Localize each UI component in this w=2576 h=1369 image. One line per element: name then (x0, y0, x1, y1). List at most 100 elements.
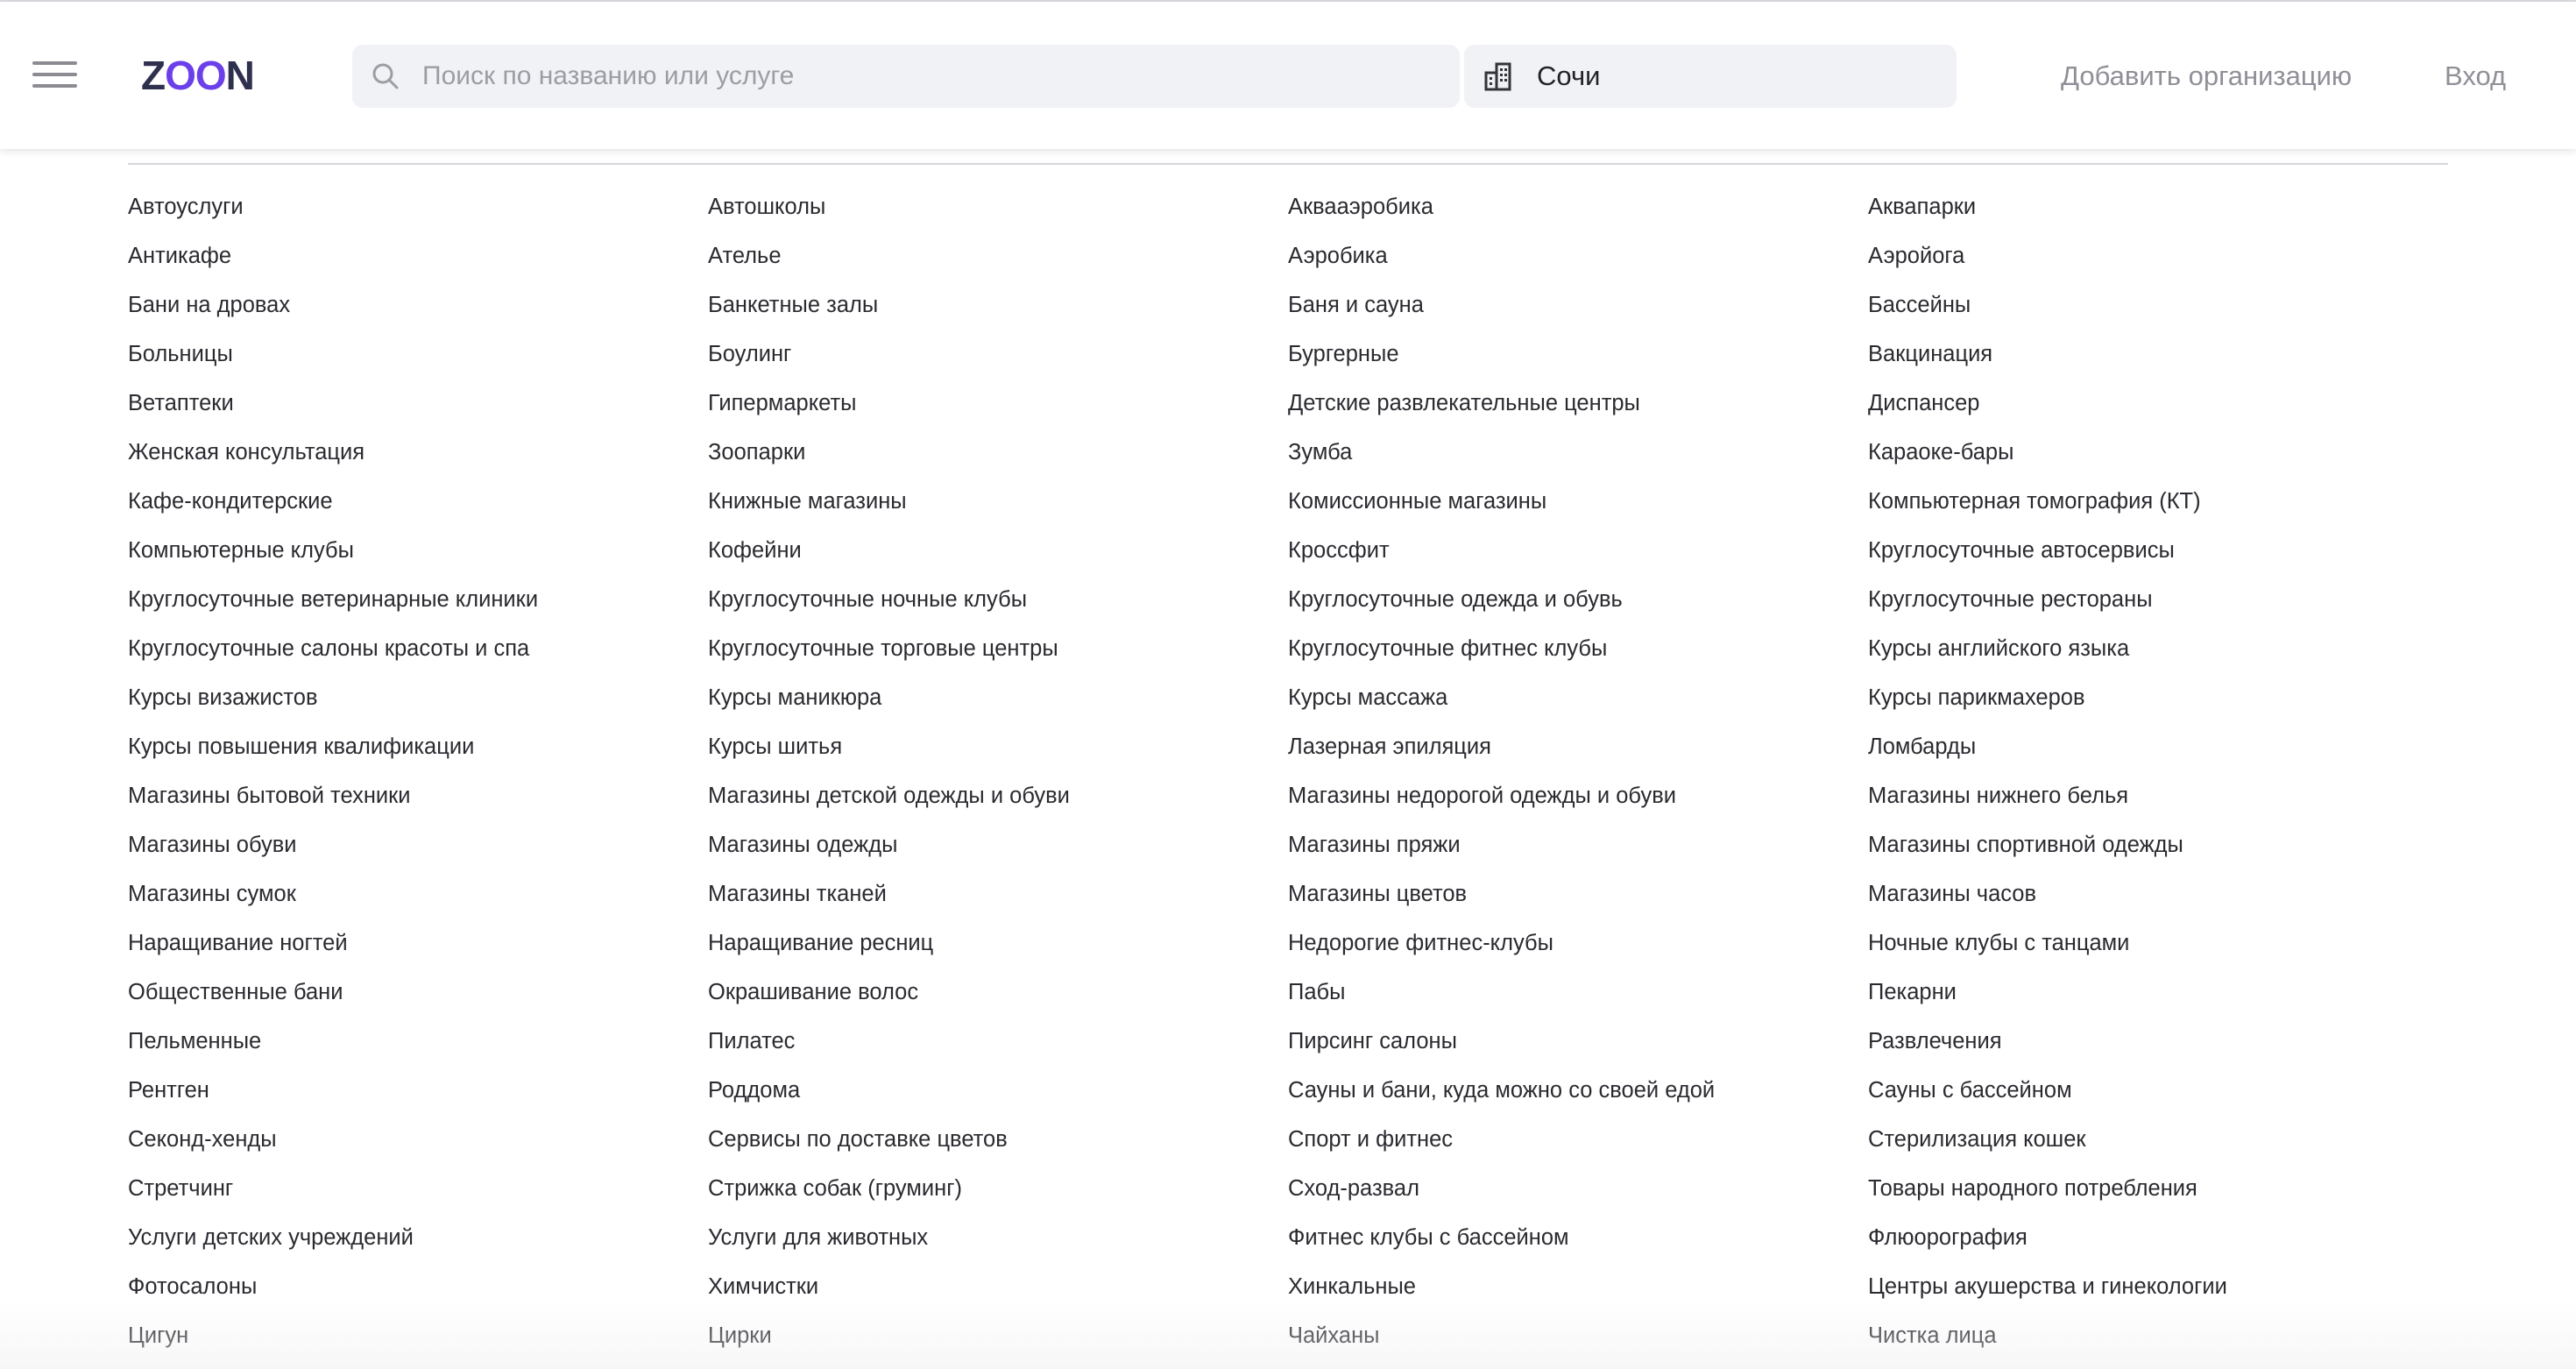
category-link[interactable]: Товары народного потребления (1868, 1164, 2448, 1213)
category-link[interactable]: Магазины детской одежды и обуви (708, 771, 1288, 820)
category-link[interactable]: Баня и сауна (1288, 280, 1868, 330)
category-link[interactable]: Курсы парикмахеров (1868, 673, 2448, 722)
category-link[interactable]: Круглосуточные ветеринарные клиники (128, 575, 708, 624)
category-link[interactable]: Банкетные залы (708, 280, 1288, 330)
category-link[interactable]: Кроссфит (1288, 526, 1868, 575)
category-link[interactable]: Аквааэробика (1288, 182, 1868, 231)
category-link[interactable]: Пекарни (1868, 968, 2448, 1017)
category-link[interactable]: Магазины нижнего белья (1868, 771, 2448, 820)
category-link[interactable]: Сход-развал (1288, 1164, 1868, 1213)
category-link[interactable]: Сауны с бассейном (1868, 1066, 2448, 1115)
category-link[interactable]: Антикафе (128, 231, 708, 280)
category-link[interactable]: Цигун (128, 1311, 708, 1360)
category-link[interactable]: Фотосалоны (128, 1262, 708, 1311)
category-link[interactable]: Магазины сумок (128, 869, 708, 919)
category-link[interactable]: Круглосуточные фитнес клубы (1288, 624, 1868, 673)
category-link[interactable]: Стретчинг (128, 1164, 708, 1213)
category-link[interactable]: Магазины обуви (128, 820, 708, 869)
category-link[interactable]: Женская консультация (128, 428, 708, 477)
category-link[interactable]: Стерилизация кошек (1868, 1115, 2448, 1164)
category-link[interactable]: Магазины недорогой одежды и обуви (1288, 771, 1868, 820)
category-link[interactable]: Ломбарды (1868, 722, 2448, 771)
category-link[interactable]: Магазины цветов (1288, 869, 1868, 919)
category-link[interactable]: Магазины часов (1868, 869, 2448, 919)
category-link[interactable]: Бани на дровах (128, 280, 708, 330)
category-link[interactable]: Общественные бани (128, 968, 708, 1017)
category-link[interactable]: Роддома (708, 1066, 1288, 1115)
zoon-logo[interactable]: Z OO N (141, 55, 255, 96)
category-link[interactable]: Компьютерные клубы (128, 526, 708, 575)
category-link[interactable]: Пабы (1288, 968, 1868, 1017)
category-link[interactable]: Комиссионные магазины (1288, 477, 1868, 526)
category-link[interactable]: Вакцинация (1868, 330, 2448, 379)
category-link[interactable]: Хинкальные (1288, 1262, 1868, 1311)
category-link[interactable]: Сервисы по доставке цветов (708, 1115, 1288, 1164)
category-link[interactable]: Курсы шитья (708, 722, 1288, 771)
category-link[interactable]: Цирки (708, 1311, 1288, 1360)
category-link[interactable]: Автошколы (708, 182, 1288, 231)
city-selector[interactable]: Сочи (1464, 45, 1957, 108)
category-link[interactable]: Услуги детских учреждений (128, 1213, 708, 1262)
category-link[interactable]: Магазины бытовой техники (128, 771, 708, 820)
category-link[interactable]: Наращивание ресниц (708, 919, 1288, 968)
category-link[interactable]: Зумба (1288, 428, 1868, 477)
add-organization-link[interactable]: Добавить организацию (2061, 45, 2352, 108)
category-link[interactable]: Сауны и бани, куда можно со своей едой (1288, 1066, 1868, 1115)
category-link[interactable]: Детские развлекательные центры (1288, 379, 1868, 428)
login-link[interactable]: Вход (2445, 45, 2506, 108)
category-link[interactable]: Зоопарки (708, 428, 1288, 477)
category-link[interactable]: Боулинг (708, 330, 1288, 379)
category-link[interactable]: Недорогие фитнес-клубы (1288, 919, 1868, 968)
category-link[interactable]: Круглосуточные ночные клубы (708, 575, 1288, 624)
category-link[interactable]: Флюорография (1868, 1213, 2448, 1262)
category-link[interactable]: Бургерные (1288, 330, 1868, 379)
category-link[interactable]: Спорт и фитнес (1288, 1115, 1868, 1164)
category-link[interactable]: Кафе-кондитерские (128, 477, 708, 526)
category-link[interactable]: Курсы повышения квалификации (128, 722, 708, 771)
category-link[interactable]: Ночные клубы с танцами (1868, 919, 2448, 968)
category-link[interactable]: Круглосуточные автосервисы (1868, 526, 2448, 575)
category-link[interactable]: Курсы английского языка (1868, 624, 2448, 673)
category-link[interactable]: Компьютерная томография (КТ) (1868, 477, 2448, 526)
category-link[interactable]: Окрашивание волос (708, 968, 1288, 1017)
category-link[interactable]: Развлечения (1868, 1017, 2448, 1066)
category-link[interactable]: Ателье (708, 231, 1288, 280)
search-input[interactable] (422, 45, 1439, 108)
category-link[interactable]: Химчистки (708, 1262, 1288, 1311)
category-link[interactable]: Магазины пряжи (1288, 820, 1868, 869)
category-link[interactable]: Стрижка собак (груминг) (708, 1164, 1288, 1213)
category-link[interactable]: Лазерная эпиляция (1288, 722, 1868, 771)
category-link[interactable]: Круглосуточные одежда и обувь (1288, 575, 1868, 624)
category-link[interactable]: Магазины тканей (708, 869, 1288, 919)
category-link[interactable]: Круглосуточные торговые центры (708, 624, 1288, 673)
category-link[interactable]: Курсы маникюра (708, 673, 1288, 722)
category-link[interactable]: Аэройога (1868, 231, 2448, 280)
category-link[interactable]: Пилатес (708, 1017, 1288, 1066)
category-link[interactable]: Круглосуточные рестораны (1868, 575, 2448, 624)
category-link[interactable]: Чистка лица (1868, 1311, 2448, 1360)
category-link[interactable]: Круглосуточные салоны красоты и спа (128, 624, 708, 673)
category-link[interactable]: Центры акушерства и гинекологии (1868, 1262, 2448, 1311)
category-link[interactable]: Секонд-хенды (128, 1115, 708, 1164)
category-link[interactable]: Рентген (128, 1066, 708, 1115)
category-link[interactable]: Фитнес клубы с бассейном (1288, 1213, 1868, 1262)
category-link[interactable]: Караоке-бары (1868, 428, 2448, 477)
category-link[interactable]: Гипермаркеты (708, 379, 1288, 428)
category-link[interactable]: Курсы массажа (1288, 673, 1868, 722)
category-link[interactable]: Автоуслуги (128, 182, 708, 231)
category-link[interactable]: Кофейни (708, 526, 1288, 575)
category-link[interactable]: Услуги для животных (708, 1213, 1288, 1262)
category-link[interactable]: Книжные магазины (708, 477, 1288, 526)
category-link[interactable]: Аэробика (1288, 231, 1868, 280)
category-link[interactable]: Магазины одежды (708, 820, 1288, 869)
category-link[interactable]: Аквапарки (1868, 182, 2448, 231)
category-link[interactable]: Магазины спортивной одежды (1868, 820, 2448, 869)
category-link[interactable]: Ветаптеки (128, 379, 708, 428)
category-link[interactable]: Больницы (128, 330, 708, 379)
category-link[interactable]: Наращивание ногтей (128, 919, 708, 968)
category-link[interactable]: Бассейны (1868, 280, 2448, 330)
category-link[interactable]: Курсы визажистов (128, 673, 708, 722)
search-bar[interactable] (352, 45, 1460, 108)
category-link[interactable]: Диспансер (1868, 379, 2448, 428)
category-link[interactable]: Чайханы (1288, 1311, 1868, 1360)
